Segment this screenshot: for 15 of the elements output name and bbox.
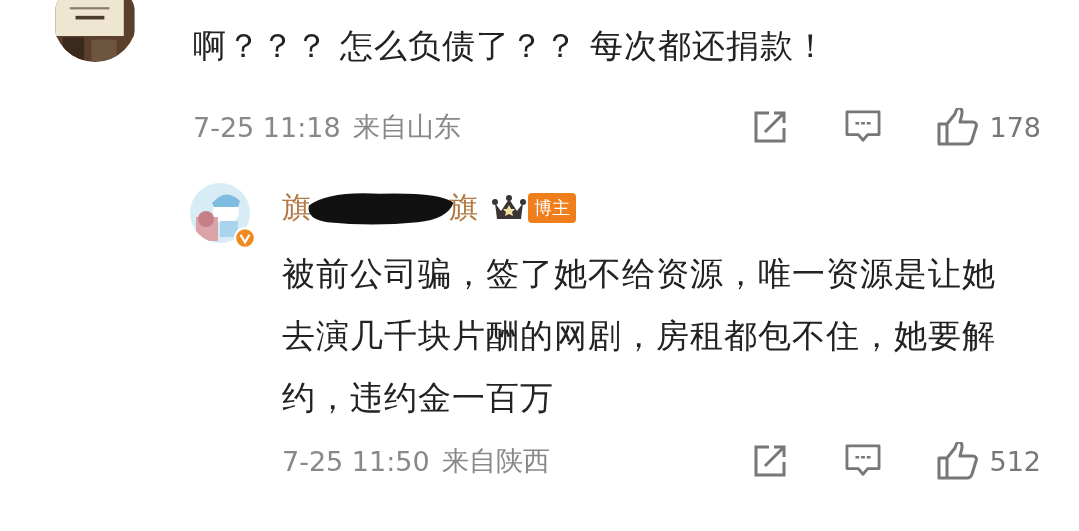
comment-text: 啊？？？ 怎么负债了？？ 每次都还捐款！ [193,25,829,67]
like-count: 178 [989,111,1041,143]
comment-time: 7-25 11:18 [193,111,341,143]
thumbs-up-icon[interactable] [937,442,980,480]
blogger-badge: 博主 [528,193,576,223]
reply-text: 被前公司骗，签了她不给资源，唯一资源是让她去演几千块片酬的网剧，房租都包不住，她要解约，违约金一百万 [282,253,997,419]
comment-location: 来自山东 [352,110,461,144]
username[interactable]: 旗 [449,188,478,228]
comment-icon[interactable] [845,110,882,144]
reply-location: 来自陕西 [441,444,550,478]
like-count: 512 [989,445,1041,477]
thumbs-up-icon[interactable] [937,108,980,146]
reply-time: 7-25 11:50 [282,445,430,477]
comment-icon[interactable] [845,444,882,478]
username[interactable]: 旗 [282,188,311,228]
